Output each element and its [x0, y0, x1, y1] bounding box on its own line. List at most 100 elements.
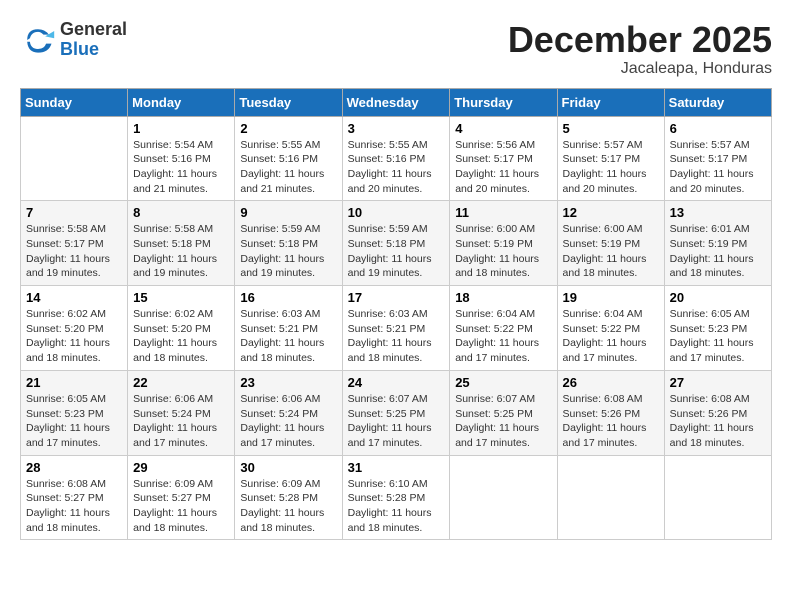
day-number: 19	[563, 290, 659, 305]
calendar-cell: 29 Sunrise: 6:09 AMSunset: 5:27 PMDayligh…	[128, 455, 235, 540]
day-number: 9	[240, 205, 336, 220]
calendar-week-2: 7 Sunrise: 5:58 AMSunset: 5:17 PMDaylight…	[21, 201, 772, 286]
day-info: Sunrise: 5:59 AMSunset: 5:18 PMDaylight:…	[348, 222, 445, 281]
day-number: 28	[26, 460, 122, 475]
day-info: Sunrise: 6:06 AMSunset: 5:24 PMDaylight:…	[240, 392, 336, 451]
weekday-header-wednesday: Wednesday	[342, 88, 450, 116]
day-number: 8	[133, 205, 229, 220]
day-number: 20	[670, 290, 766, 305]
calendar-cell: 25 Sunrise: 6:07 AMSunset: 5:25 PMDayligh…	[450, 370, 557, 455]
day-info: Sunrise: 6:07 AMSunset: 5:25 PMDaylight:…	[348, 392, 445, 451]
calendar-cell: 28 Sunrise: 6:08 AMSunset: 5:27 PMDayligh…	[21, 455, 128, 540]
calendar-cell: 27 Sunrise: 6:08 AMSunset: 5:26 PMDayligh…	[664, 370, 771, 455]
day-number: 1	[133, 121, 229, 136]
calendar-cell: 20 Sunrise: 6:05 AMSunset: 5:23 PMDayligh…	[664, 286, 771, 371]
calendar-cell: 8 Sunrise: 5:58 AMSunset: 5:18 PMDaylight…	[128, 201, 235, 286]
weekday-header-sunday: Sunday	[21, 88, 128, 116]
logo-icon	[20, 22, 56, 58]
calendar-cell	[664, 455, 771, 540]
day-info: Sunrise: 5:57 AMSunset: 5:17 PMDaylight:…	[563, 138, 659, 197]
calendar-cell: 17Sunrise: 6:03 AMSunset: 5:21 PMDayligh…	[342, 286, 450, 371]
day-info: Sunrise: 6:01 AMSunset: 5:19 PMDaylight:…	[670, 222, 766, 281]
calendar-cell	[21, 116, 128, 201]
day-info: Sunrise: 6:00 AMSunset: 5:19 PMDaylight:…	[455, 222, 551, 281]
calendar-cell: 19 Sunrise: 6:04 AMSunset: 5:22 PMDayligh…	[557, 286, 664, 371]
day-info: Sunrise: 5:55 AMSunset: 5:16 PMDaylight:…	[348, 138, 445, 197]
calendar-cell	[450, 455, 557, 540]
logo-blue: Blue	[60, 39, 99, 59]
day-number: 18	[455, 290, 551, 305]
calendar-cell: 2 Sunrise: 5:55 AMSunset: 5:16 PMDaylight…	[235, 116, 342, 201]
weekday-header-friday: Friday	[557, 88, 664, 116]
location: Jacaleapa, Honduras	[508, 60, 772, 78]
calendar-cell: 24 Sunrise: 6:07 AMSunset: 5:25 PMDayligh…	[342, 370, 450, 455]
day-number: 27	[670, 375, 766, 390]
day-number: 10	[348, 205, 445, 220]
calendar-cell: 16Sunrise: 6:03 AMSunset: 5:21 PMDayligh…	[235, 286, 342, 371]
day-info: Sunrise: 5:58 AMSunset: 5:17 PMDaylight:…	[26, 222, 122, 281]
day-number: 13	[670, 205, 766, 220]
calendar-cell: 7 Sunrise: 5:58 AMSunset: 5:17 PMDaylight…	[21, 201, 128, 286]
day-number: 2	[240, 121, 336, 136]
day-info: Sunrise: 5:56 AMSunset: 5:17 PMDaylight:…	[455, 138, 551, 197]
day-number: 15	[133, 290, 229, 305]
logo-text: General Blue	[60, 20, 127, 60]
day-number: 21	[26, 375, 122, 390]
calendar-cell: 30 Sunrise: 6:09 AMSunset: 5:28 PMDayligh…	[235, 455, 342, 540]
day-info: Sunrise: 6:02 AMSunset: 5:20 PMDaylight:…	[26, 307, 122, 366]
day-info: Sunrise: 6:04 AMSunset: 5:22 PMDaylight:…	[455, 307, 551, 366]
day-number: 31	[348, 460, 445, 475]
calendar-week-5: 28 Sunrise: 6:08 AMSunset: 5:27 PMDayligh…	[21, 455, 772, 540]
day-number: 11	[455, 205, 551, 220]
calendar-cell: 21 Sunrise: 6:05 AMSunset: 5:23 PMDayligh…	[21, 370, 128, 455]
day-info: Sunrise: 6:03 AMSunset: 5:21 PMDaylight:…	[240, 307, 336, 366]
calendar-week-4: 21 Sunrise: 6:05 AMSunset: 5:23 PMDayligh…	[21, 370, 772, 455]
day-info: Sunrise: 6:09 AMSunset: 5:28 PMDaylight:…	[240, 477, 336, 536]
calendar-cell: 22Sunrise: 6:06 AMSunset: 5:24 PMDayligh…	[128, 370, 235, 455]
page-header: General Blue December 2025 Jacaleapa, Ho…	[20, 20, 772, 78]
calendar-body: 1 Sunrise: 5:54 AMSunset: 5:16 PMDaylight…	[21, 116, 772, 540]
calendar-cell: 23Sunrise: 6:06 AMSunset: 5:24 PMDayligh…	[235, 370, 342, 455]
day-number: 17	[348, 290, 445, 305]
calendar-cell: 11 Sunrise: 6:00 AMSunset: 5:19 PMDayligh…	[450, 201, 557, 286]
day-info: Sunrise: 6:09 AMSunset: 5:27 PMDaylight:…	[133, 477, 229, 536]
day-number: 4	[455, 121, 551, 136]
weekday-header-monday: Monday	[128, 88, 235, 116]
weekday-header-thursday: Thursday	[450, 88, 557, 116]
day-number: 7	[26, 205, 122, 220]
calendar-table: SundayMondayTuesdayWednesdayThursdayFrid…	[20, 88, 772, 541]
day-info: Sunrise: 5:57 AMSunset: 5:17 PMDaylight:…	[670, 138, 766, 197]
day-info: Sunrise: 6:08 AMSunset: 5:26 PMDaylight:…	[670, 392, 766, 451]
calendar-cell: 4 Sunrise: 5:56 AMSunset: 5:17 PMDaylight…	[450, 116, 557, 201]
day-info: Sunrise: 5:59 AMSunset: 5:18 PMDaylight:…	[240, 222, 336, 281]
weekday-header-tuesday: Tuesday	[235, 88, 342, 116]
day-info: Sunrise: 5:58 AMSunset: 5:18 PMDaylight:…	[133, 222, 229, 281]
day-info: Sunrise: 6:07 AMSunset: 5:25 PMDaylight:…	[455, 392, 551, 451]
calendar-cell: 14 Sunrise: 6:02 AMSunset: 5:20 PMDayligh…	[21, 286, 128, 371]
day-info: Sunrise: 6:00 AMSunset: 5:19 PMDaylight:…	[563, 222, 659, 281]
day-info: Sunrise: 6:04 AMSunset: 5:22 PMDaylight:…	[563, 307, 659, 366]
day-number: 30	[240, 460, 336, 475]
calendar-cell: 9 Sunrise: 5:59 AMSunset: 5:18 PMDaylight…	[235, 201, 342, 286]
logo: General Blue	[20, 20, 127, 60]
day-info: Sunrise: 6:10 AMSunset: 5:28 PMDaylight:…	[348, 477, 445, 536]
calendar-cell	[557, 455, 664, 540]
calendar-cell: 5Sunrise: 5:57 AMSunset: 5:17 PMDaylight…	[557, 116, 664, 201]
calendar-cell: 13 Sunrise: 6:01 AMSunset: 5:19 PMDayligh…	[664, 201, 771, 286]
day-info: Sunrise: 6:05 AMSunset: 5:23 PMDaylight:…	[26, 392, 122, 451]
calendar-cell: 12Sunrise: 6:00 AMSunset: 5:19 PMDayligh…	[557, 201, 664, 286]
day-info: Sunrise: 5:54 AMSunset: 5:16 PMDaylight:…	[133, 138, 229, 197]
day-info: Sunrise: 6:08 AMSunset: 5:27 PMDaylight:…	[26, 477, 122, 536]
day-info: Sunrise: 5:55 AMSunset: 5:16 PMDaylight:…	[240, 138, 336, 197]
calendar-cell: 31 Sunrise: 6:10 AMSunset: 5:28 PMDayligh…	[342, 455, 450, 540]
day-number: 25	[455, 375, 551, 390]
day-number: 29	[133, 460, 229, 475]
calendar-cell: 1 Sunrise: 5:54 AMSunset: 5:16 PMDaylight…	[128, 116, 235, 201]
calendar-cell: 26Sunrise: 6:08 AMSunset: 5:26 PMDayligh…	[557, 370, 664, 455]
calendar-week-3: 14 Sunrise: 6:02 AMSunset: 5:20 PMDayligh…	[21, 286, 772, 371]
day-info: Sunrise: 6:05 AMSunset: 5:23 PMDaylight:…	[670, 307, 766, 366]
month-title: December 2025	[508, 20, 772, 60]
day-number: 14	[26, 290, 122, 305]
day-number: 24	[348, 375, 445, 390]
day-number: 3	[348, 121, 445, 136]
